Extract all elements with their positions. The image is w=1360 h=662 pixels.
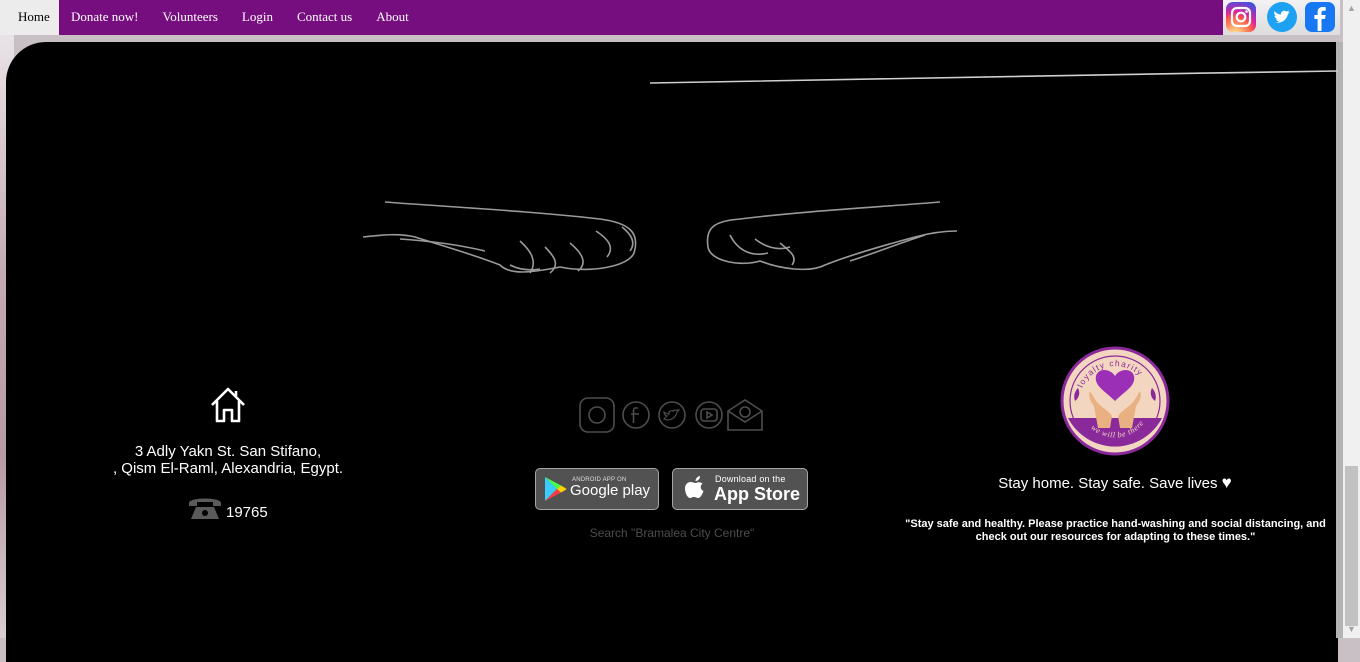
youtube-icon[interactable] — [695, 401, 723, 429]
nav-item-contact[interactable]: Contact us — [285, 0, 364, 35]
app-store-small-text: Download on the — [715, 474, 786, 484]
nav-item-login[interactable]: Login — [230, 0, 285, 35]
nav-item-volunteers[interactable]: Volunteers — [151, 0, 230, 35]
charity-logo: loyalty charity we will be there — [1060, 346, 1170, 456]
scroll-up-button[interactable]: ▲ — [1343, 0, 1360, 17]
address-line-2: , Qism El-Raml, Alexandria, Egypt. — [112, 460, 344, 477]
twitter-icon[interactable] — [658, 401, 686, 429]
phone-number: 19765 — [226, 504, 268, 521]
email-icon[interactable] — [727, 399, 763, 431]
social-icons-row — [579, 397, 763, 433]
home-icon — [211, 387, 245, 423]
scroll-down-button[interactable]: ▼ — [1343, 621, 1360, 638]
top-navbar: Home Donate now! Volunteers Login Contac… — [0, 0, 1223, 35]
social-links — [1223, 0, 1340, 35]
address-line-1: 3 Adly Yakn St. San Stifano, — [134, 443, 322, 460]
facebook-icon[interactable] — [622, 401, 650, 429]
heart-icon: ♥ — [1221, 473, 1232, 492]
google-play-button[interactable]: ANDROID APP ON Google play — [535, 468, 659, 510]
hands-illustration — [362, 201, 958, 274]
google-play-label: Google play — [570, 482, 651, 499]
search-caption: Search "Bramalea City Centre" — [589, 526, 755, 540]
instagram-icon[interactable] — [579, 397, 615, 433]
google-play-icon — [545, 477, 567, 501]
nav-item-home[interactable]: Home — [0, 0, 59, 35]
vertical-scrollbar[interactable]: ▲ ▼ — [1343, 0, 1360, 638]
nav-item-about[interactable]: About — [364, 0, 421, 35]
stay-safe-label: Stay home. Stay safe. Save lives — [998, 475, 1218, 492]
phone-icon — [189, 498, 221, 519]
app-store-label: App Store — [714, 484, 801, 504]
nav-item-donate[interactable]: Donate now! — [59, 0, 151, 35]
twitter-icon[interactable] — [1267, 2, 1297, 32]
facebook-icon[interactable] — [1305, 2, 1335, 32]
decorative-stroke — [649, 70, 1339, 84]
instagram-icon[interactable] — [1226, 2, 1256, 32]
stay-safe-text: Stay home. Stay safe. Save lives ♥ — [940, 473, 1290, 493]
scroll-thumb[interactable] — [1345, 466, 1358, 626]
nav-list: Home Donate now! Volunteers Login Contac… — [0, 0, 1223, 35]
app-store-button[interactable]: Download on the App Store — [672, 468, 808, 510]
apple-icon — [685, 476, 704, 498]
stay-safe-quote: "Stay safe and healthy. Please practice … — [905, 518, 1326, 543]
address-block: 3 Adly Yakn St. San Stifano, , Qism El-R… — [60, 443, 396, 477]
panel-edge — [1336, 42, 1343, 638]
